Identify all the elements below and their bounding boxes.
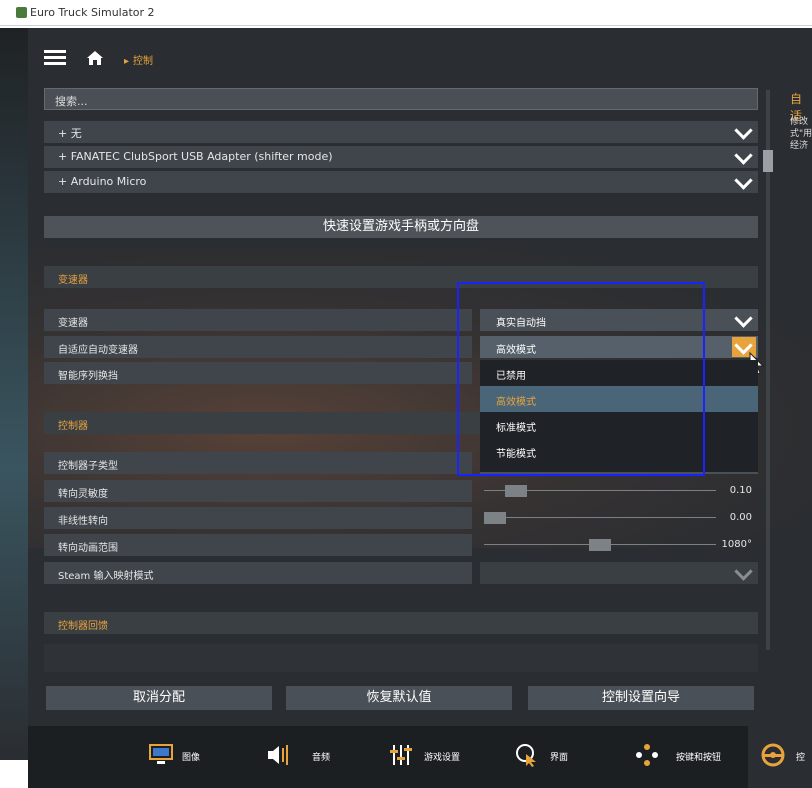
slider-thumb[interactable] [484, 512, 506, 524]
highlight-box [457, 282, 705, 476]
setting-label: 智能序列换挡 [44, 362, 472, 384]
slider-track [484, 517, 716, 518]
search-placeholder: 搜索... [55, 95, 88, 108]
breadcrumb[interactable]: ▸ 控制 [124, 52, 153, 67]
search-input[interactable]: 搜索... [44, 88, 758, 110]
label-text: 自适应自动变速器 [58, 345, 138, 356]
setting-label: 转向灵敏度 [44, 480, 472, 502]
device-row[interactable]: + FANATEC ClubSport USB Adapter (shifter… [44, 146, 758, 168]
section-header-feedback: 控制器回馈 [44, 612, 758, 634]
tab-label: 按键和按钮 [676, 753, 722, 763]
window-title: Euro Truck Simulator 2 [30, 6, 155, 19]
scrollbar[interactable] [766, 90, 770, 650]
chevron-down-icon[interactable] [732, 310, 756, 330]
breadcrumb-label: 控制 [133, 56, 154, 67]
nonlinear-steering-slider[interactable]: 0.00 [480, 507, 758, 529]
quick-setup-button[interactable]: 快速设置游戏手柄或方向盘 [44, 216, 758, 238]
restore-defaults-button[interactable]: 恢复默认值 [286, 686, 512, 710]
slider-value: 1080° [721, 539, 752, 550]
steering-wheel-icon [761, 743, 785, 767]
steam-input-mode-select[interactable] [480, 562, 758, 584]
label-text: 智能序列换挡 [58, 371, 118, 382]
setting-label: 自适应自动变速器 [44, 336, 472, 358]
chevron-down-icon[interactable] [732, 122, 756, 142]
chevron-down-icon[interactable] [732, 563, 756, 583]
sliders-icon [390, 745, 412, 765]
monitor-icon [149, 744, 173, 764]
tab-keys-buttons[interactable]: 按键和按钮 [628, 726, 748, 788]
label-text: 变速器 [58, 318, 88, 329]
tab-interface[interactable]: 界面 [506, 726, 606, 788]
section-title: 变速器 [58, 275, 88, 286]
help-text: 修改 式"用 经济 [790, 117, 812, 151]
slider-thumb[interactable] [505, 485, 527, 497]
tab-label: 音频 [312, 753, 331, 763]
setup-wizard-button[interactable]: 控制设置向导 [528, 686, 754, 710]
tab-audio[interactable]: 音频 [254, 726, 364, 788]
chevron-right-icon: ▸ [124, 56, 130, 67]
slider-value: 0.00 [729, 512, 752, 523]
setting-label: 非线性转向 [44, 507, 472, 529]
device-row[interactable]: + 无 [44, 121, 758, 143]
gamepad-buttons-icon [636, 744, 658, 766]
tab-label: 控 [796, 753, 806, 763]
chevron-down-icon[interactable] [732, 147, 756, 167]
setting-label: Steam 输入映射模式 [44, 562, 472, 584]
setting-label: 控制器子类型 [44, 452, 472, 474]
device-label: + 无 [58, 127, 82, 140]
window-titlebar: Euro Truck Simulator 2 [0, 0, 812, 26]
tab-controls[interactable]: 控 [748, 726, 812, 788]
label-text: 控制器子类型 [58, 461, 118, 472]
label-text: 转向动画范围 [58, 543, 118, 554]
setting-label: 转向动画范围 [44, 534, 472, 556]
app-icon [16, 7, 27, 18]
slider-thumb[interactable] [589, 539, 611, 551]
slider-value: 0.10 [729, 485, 752, 496]
device-row[interactable]: + Arduino Micro [44, 171, 758, 193]
home-icon[interactable] [86, 50, 104, 66]
cursor-icon [516, 744, 536, 767]
unassign-button[interactable]: 取消分配 [46, 686, 272, 710]
section-title: 控制器 [58, 421, 88, 432]
bottom-tab-bar: 图像 音频 游戏设置 界面 按键和按钮 控 [28, 726, 812, 788]
background-strip [0, 28, 28, 760]
device-label: + FANATEC ClubSport USB Adapter (shifter… [58, 150, 333, 163]
feedback-row [44, 644, 758, 672]
label-text: Steam 输入映射模式 [58, 571, 154, 582]
header: ▸ 控制 [28, 34, 812, 82]
label-text: 转向灵敏度 [58, 489, 108, 500]
steering-animation-range-slider[interactable]: 1080° [480, 534, 758, 556]
label-text: 非线性转向 [58, 516, 108, 527]
tab-graphics[interactable]: 图像 [128, 726, 238, 788]
setting-label: 变速器 [44, 309, 472, 331]
scrollbar-thumb[interactable] [763, 150, 773, 172]
speaker-icon [268, 745, 288, 765]
chevron-down-icon[interactable] [732, 172, 756, 192]
tab-label: 游戏设置 [424, 753, 461, 763]
tab-game-settings[interactable]: 游戏设置 [378, 726, 488, 788]
tab-label: 界面 [550, 753, 569, 763]
tab-label: 图像 [182, 753, 201, 763]
section-title: 控制器回馈 [58, 621, 108, 632]
menu-icon[interactable] [44, 50, 66, 66]
device-label: + Arduino Micro [58, 175, 147, 188]
steering-sensitivity-slider[interactable]: 0.10 [480, 480, 758, 502]
